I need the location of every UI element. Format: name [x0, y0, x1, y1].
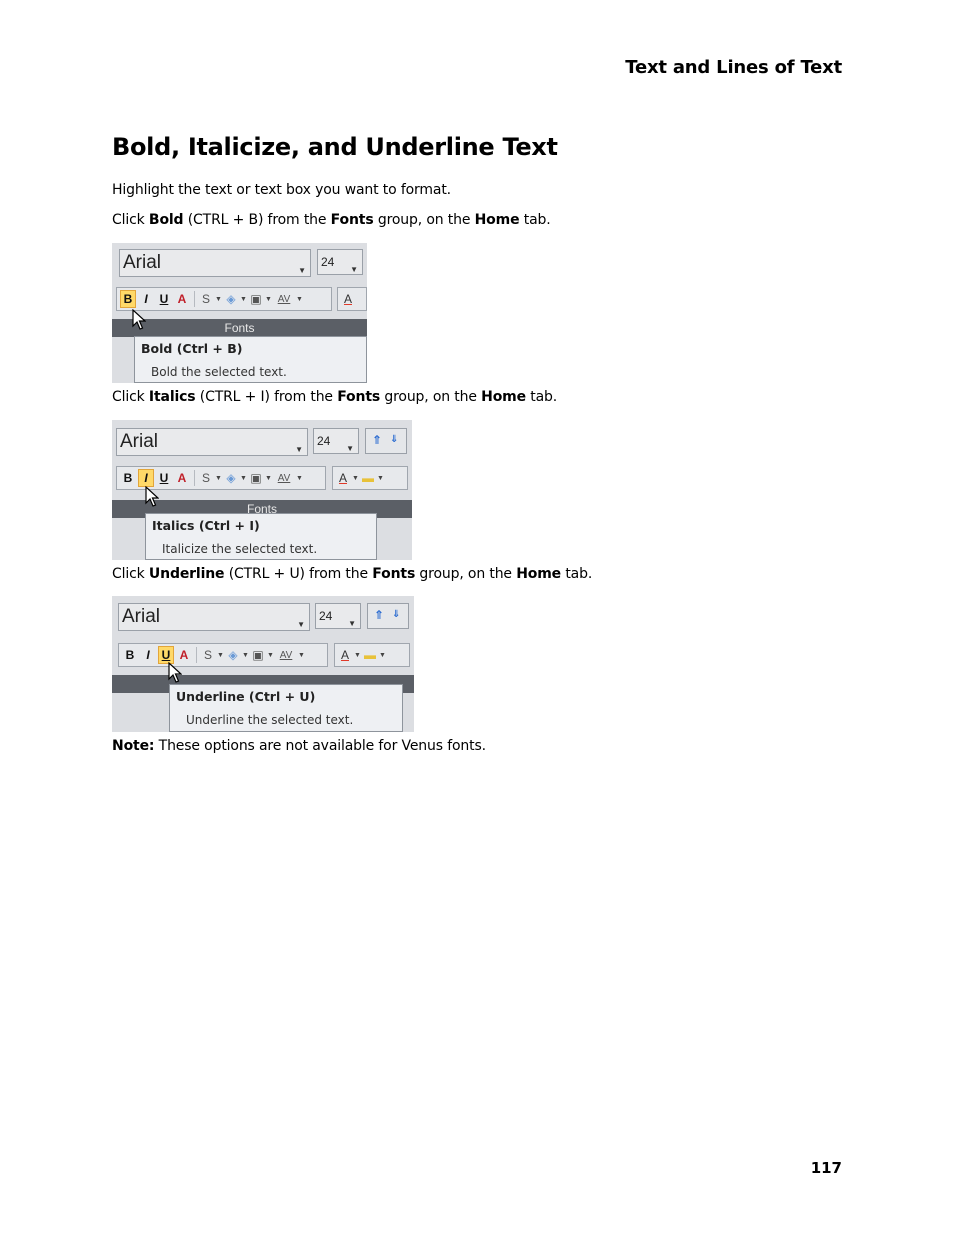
chevron-down-icon: ▼ [298, 266, 306, 275]
page-title: Bold, Italicize, and Underline Text [112, 133, 558, 161]
underline-tooltip: Underline (Ctrl + U) Underline the selec… [169, 684, 403, 732]
italic-button[interactable]: I [140, 646, 156, 664]
font-color-icon[interactable]: A [338, 648, 352, 662]
fill-icon[interactable]: ◈ [226, 648, 240, 662]
underline-screenshot: Arial ▼ 24 ▼ ⇑ ⇓ B I U A S ▼ ◈ ▼ ▣ ▼ AV ▼ A ▼ ▬… [112, 596, 414, 732]
mouse-pointer-icon [132, 309, 146, 330]
grow-font-icon[interactable]: ⇑ [374, 608, 384, 622]
fonts-group-label: Fonts [112, 319, 367, 337]
text-effects-icon[interactable]: A [174, 469, 190, 487]
italic-tooltip: Italics (Ctrl + I) Italicize the selecte… [145, 513, 377, 560]
chevron-down-icon: ▼ [350, 265, 358, 274]
chevron-down-icon: ▼ [267, 651, 274, 659]
note-paragraph: Note: These options are not available fo… [112, 738, 486, 754]
bold-tooltip: Bold (Ctrl + B) Bold the selected text. [134, 336, 367, 383]
chevron-down-icon: ▼ [298, 651, 305, 659]
chevron-down-icon: ▼ [265, 295, 272, 303]
line-spacing-icon[interactable]: S [199, 471, 213, 485]
kerning-icon[interactable]: AV [274, 473, 294, 484]
font-format-buttons: B I U A S ▼ ◈ ▼ ▣ ▼ AV ▼ [116, 287, 332, 311]
page-number: 117 [810, 1159, 842, 1177]
italic-button[interactable]: I [138, 469, 154, 487]
font-name-combobox[interactable]: Arial ▼ [116, 428, 308, 456]
step-underline-instruction: Click Underline (CTRL + U) from the Font… [112, 566, 593, 582]
chevron-down-icon: ▼ [295, 445, 303, 454]
font-color-icon: A [343, 292, 352, 306]
highlight-color-icon[interactable]: ▬ [363, 648, 377, 662]
font-name-combobox[interactable]: Arial ▼ [118, 603, 310, 631]
highlight-color-icon[interactable]: ▬ [361, 471, 375, 485]
underline-button[interactable]: U [156, 469, 172, 487]
chevron-down-icon: ▼ [217, 651, 224, 659]
color-pickers: A ▼ ▬ ▼ [332, 466, 408, 490]
font-format-buttons: B I U A S ▼ ◈ ▼ ▣ ▼ AV ▼ [118, 643, 328, 667]
italic-screenshot: Arial ▼ 24 ▼ ⇑ ⇓ B I U A S ▼ ◈ ▼ ▣ ▼ AV ▼ A ▼ ▬… [112, 420, 412, 560]
chevron-down-icon: ▼ [346, 444, 354, 453]
bold-button[interactable]: B [120, 469, 136, 487]
underline-button[interactable]: U [156, 290, 172, 308]
line-spacing-icon[interactable]: S [199, 292, 213, 306]
kerning-icon[interactable]: AV [274, 294, 294, 305]
fill-icon[interactable]: ◈ [224, 471, 238, 485]
running-head: Text and Lines of Text [625, 57, 842, 78]
chevron-down-icon: ▼ [377, 474, 384, 482]
step-bold-instruction: Click Bold (CTRL + B) from the Fonts gro… [112, 212, 551, 228]
italic-button[interactable]: I [138, 290, 154, 308]
fill-icon[interactable]: ◈ [224, 292, 238, 306]
mouse-pointer-icon [168, 662, 182, 683]
color-pickers: A ▼ ▬ ▼ [334, 643, 410, 667]
chevron-down-icon: ▼ [240, 474, 247, 482]
chevron-down-icon: ▼ [297, 620, 305, 629]
intro-paragraph: Highlight the text or text box you want … [112, 182, 451, 198]
chevron-down-icon: ▼ [352, 474, 359, 482]
chevron-down-icon: ▼ [354, 651, 361, 659]
chevron-down-icon: ▼ [296, 295, 303, 303]
chevron-down-icon: ▼ [242, 651, 249, 659]
line-spacing-icon[interactable]: S [201, 648, 215, 662]
chevron-down-icon: ▼ [296, 474, 303, 482]
font-color-icon[interactable]: A [336, 471, 350, 485]
bold-button[interactable]: B [122, 646, 138, 664]
chevron-down-icon: ▼ [240, 295, 247, 303]
font-color-picker[interactable]: A [337, 287, 367, 311]
chevron-down-icon: ▼ [348, 619, 356, 628]
border-icon[interactable]: ▣ [249, 292, 263, 306]
border-icon[interactable]: ▣ [249, 471, 263, 485]
grow-shrink-font-buttons[interactable]: ⇑ ⇓ [365, 428, 407, 454]
chevron-down-icon: ▼ [265, 474, 272, 482]
bold-button[interactable]: B [120, 290, 136, 308]
chevron-down-icon: ▼ [215, 474, 222, 482]
text-effects-icon[interactable]: A [174, 290, 190, 308]
grow-shrink-font-buttons[interactable]: ⇑ ⇓ [367, 603, 409, 629]
bold-screenshot: Arial ▼ 24 ▼ B I U A S ▼ ◈ ▼ ▣ ▼ AV ▼ A Fonts … [112, 243, 367, 383]
font-name-combobox[interactable]: Arial ▼ [119, 249, 311, 277]
font-size-combobox[interactable]: 24 ▼ [317, 249, 363, 275]
font-size-combobox[interactable]: 24 ▼ [315, 603, 361, 629]
mouse-pointer-icon [145, 486, 159, 507]
border-icon[interactable]: ▣ [251, 648, 265, 662]
chevron-down-icon: ▼ [379, 651, 386, 659]
shrink-font-icon[interactable]: ⇓ [390, 434, 398, 445]
grow-font-icon[interactable]: ⇑ [372, 433, 382, 447]
chevron-down-icon: ▼ [215, 295, 222, 303]
kerning-icon[interactable]: AV [276, 650, 296, 661]
shrink-font-icon[interactable]: ⇓ [392, 609, 400, 620]
font-size-combobox[interactable]: 24 ▼ [313, 428, 359, 454]
step-italic-instruction: Click Italics (CTRL + I) from the Fonts … [112, 389, 558, 405]
note-label: Note: [112, 738, 155, 754]
